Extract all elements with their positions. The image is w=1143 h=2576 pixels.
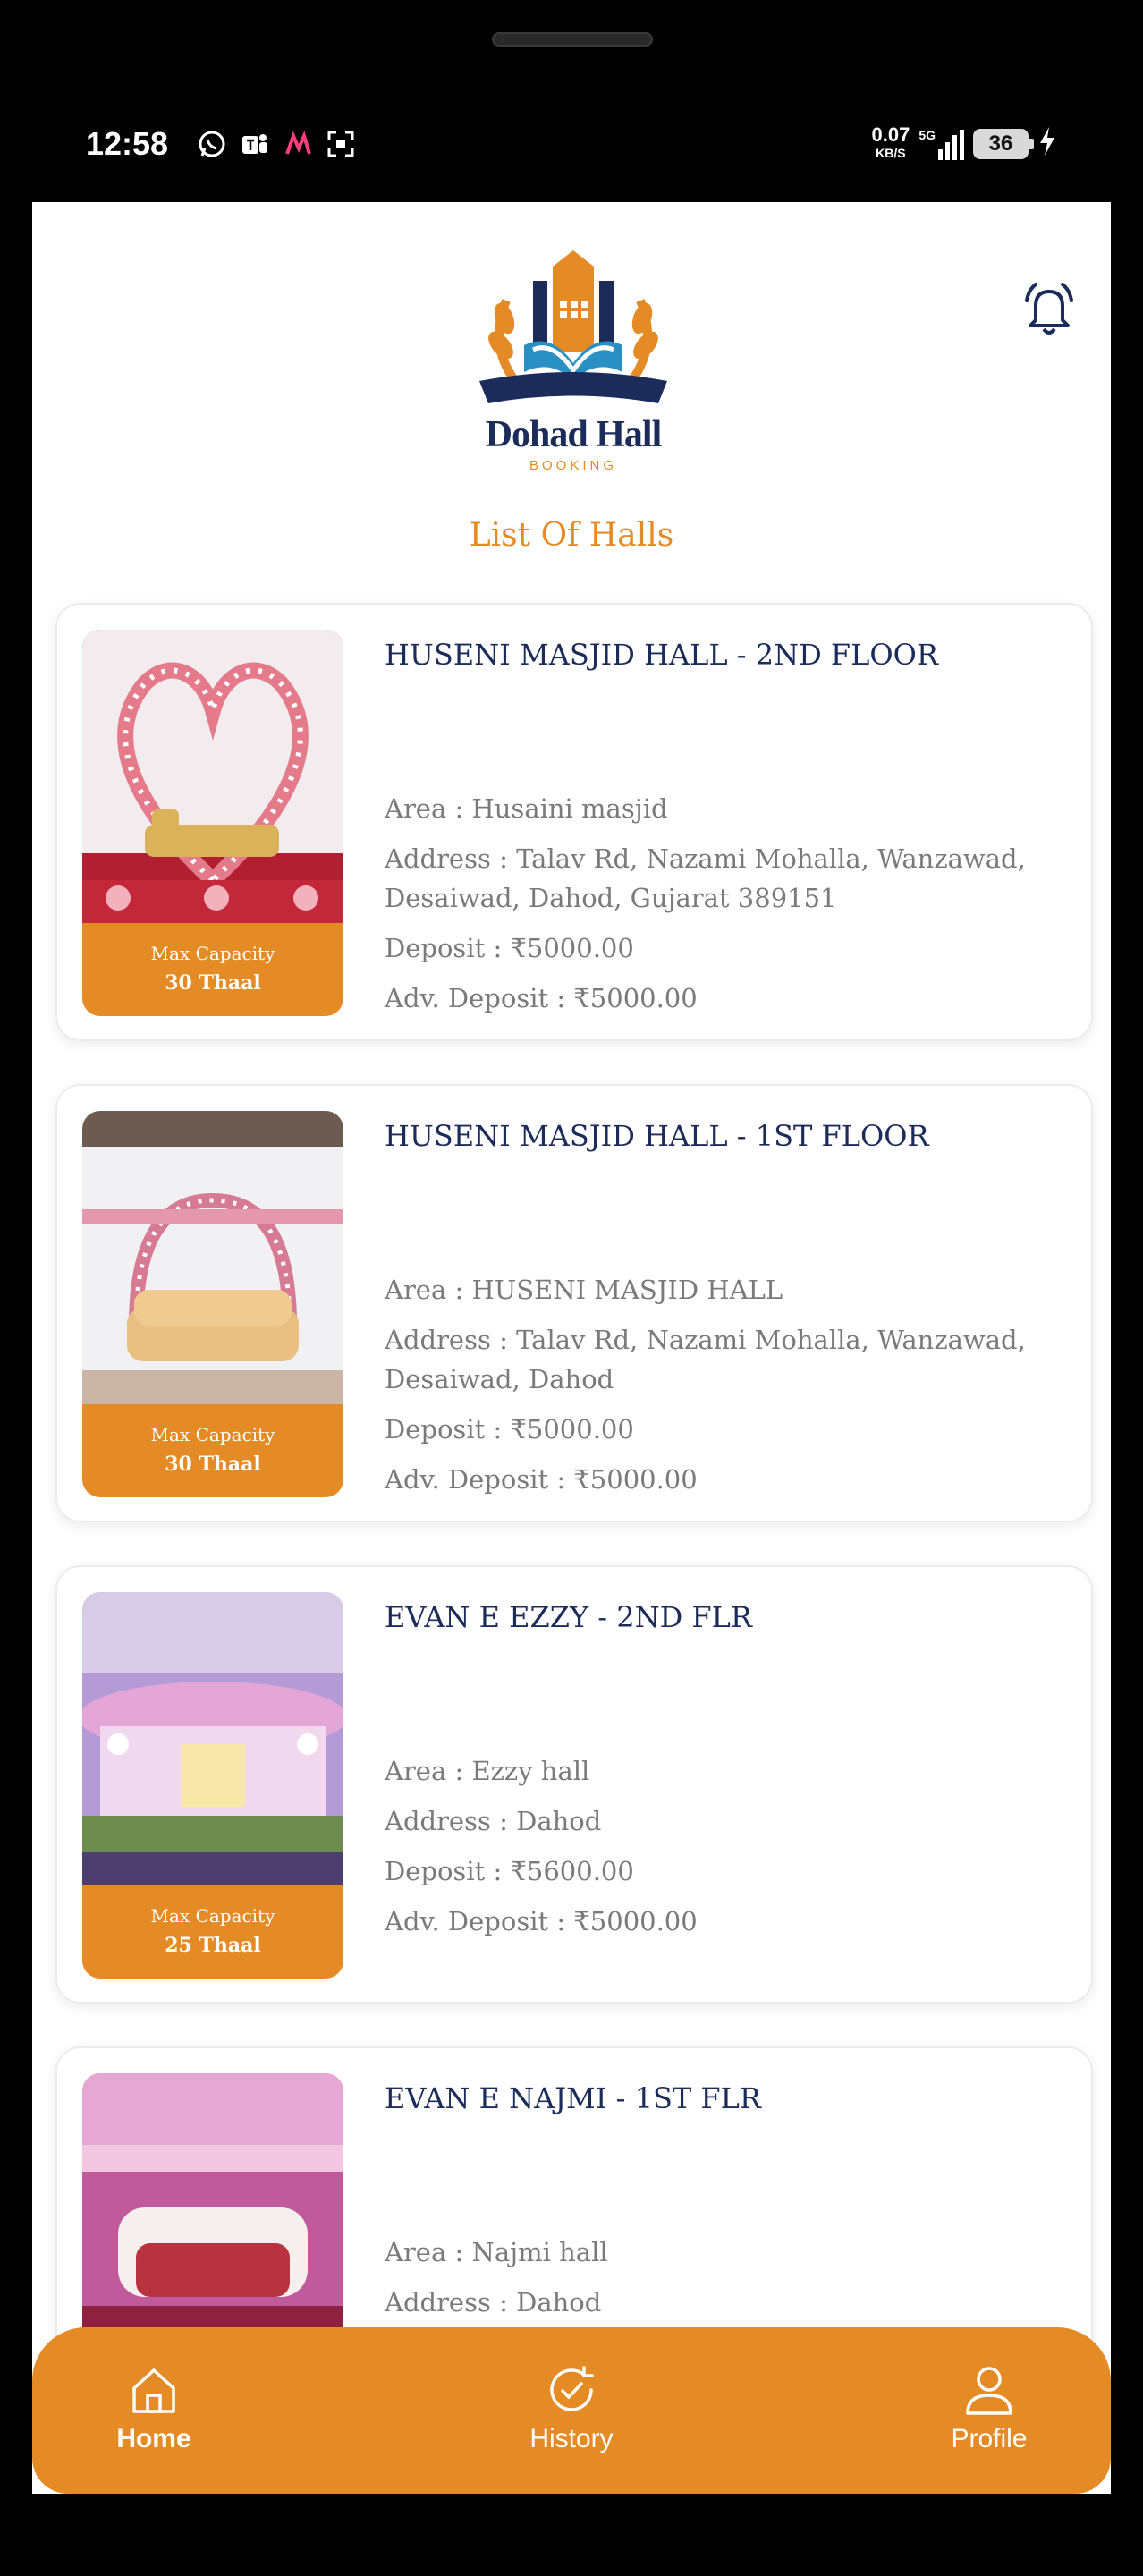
nav-profile[interactable]: Profile — [891, 2363, 1088, 2454]
hall-deposit: Deposit : ₹5000.00 — [385, 1414, 634, 1445]
charging-icon — [1037, 125, 1057, 162]
app-screen: Dohad Hall BOOKING List Of Halls Max Cap… — [32, 202, 1111, 2494]
app-m-icon — [281, 127, 315, 161]
hall-photo-image — [82, 1592, 343, 1885]
hall-area: Area : HUSENI MASJID HALL — [385, 1275, 783, 1305]
hall-address: Address : Talav Rd, Nazami Mohalla, Wanz… — [385, 843, 1026, 913]
logo-title: Dohad Hall — [485, 414, 663, 455]
battery-indicator: 36 — [973, 128, 1034, 159]
capacity-badge: Max Capacity 30 Thaal — [82, 1404, 343, 1497]
nav-history-label: History — [529, 2424, 614, 2453]
network-speed: 0.07 KB/S — [871, 123, 910, 160]
hall-photo-image — [82, 630, 343, 923]
hall-thumbnail: Max Capacity 30 Thaal — [82, 630, 343, 1016]
hall-thumbnail: Max Capacity 25 Thaal — [82, 1592, 343, 1979]
bottom-nav: Home History Profile — [32, 2327, 1111, 2494]
hall-adv-deposit: Adv. Deposit : ₹5000.00 — [385, 983, 698, 1013]
nav-home-label: Home — [116, 2424, 191, 2453]
logo-subtitle: BOOKING — [529, 458, 617, 473]
logo-emblem-icon — [479, 250, 667, 403]
hall-name: HUSENI MASJID HALL - 1ST FLOOR — [385, 1119, 929, 1153]
hall-address: Address : Dahod — [385, 2287, 602, 2318]
nav-profile-label: Profile — [951, 2424, 1028, 2453]
hall-address: Address : Dahod — [385, 1806, 602, 1836]
whatsapp-icon — [195, 127, 229, 161]
hall-adv-deposit: Adv. Deposit : ₹5000.00 — [385, 1464, 698, 1495]
hall-card[interactable]: Max Capacity 25 Thaal EVAN E EZZY - 2ND … — [55, 1565, 1093, 2004]
capacity-badge: Max Capacity 30 Thaal — [82, 923, 343, 1016]
hall-photo-image — [82, 2073, 343, 2367]
hall-adv-deposit: Adv. Deposit : ₹5000.00 — [385, 1906, 698, 1936]
hall-thumbnail: Max Capacity 30 Thaal — [82, 1111, 343, 1497]
hall-area: Area : Ezzy hall — [385, 1756, 590, 1786]
nav-home[interactable]: Home — [55, 2363, 252, 2454]
teams-icon — [238, 127, 272, 161]
scan-icon — [324, 127, 358, 161]
home-icon — [132, 2368, 175, 2413]
notification-bell-icon[interactable] — [1021, 281, 1077, 340]
nav-history[interactable]: History — [473, 2363, 670, 2454]
hall-name: EVAN E NAJMI - 1ST FLR — [385, 2081, 761, 2115]
profile-icon — [966, 2367, 1012, 2415]
capacity-badge: Max Capacity 25 Thaal — [82, 1885, 343, 1979]
hall-card[interactable]: Max Capacity 30 Thaal HUSENI MASJID HALL… — [55, 603, 1093, 1041]
hall-name: HUSENI MASJID HALL - 2ND FLOOR — [385, 638, 938, 672]
signal-icon: 5G — [919, 128, 964, 160]
hall-name: EVAN E EZZY - 2ND FLR — [385, 1600, 752, 1634]
app-logo: Dohad Hall BOOKING — [470, 247, 676, 473]
hall-deposit: Deposit : ₹5600.00 — [385, 1856, 634, 1886]
page-title: List Of Halls — [469, 517, 674, 554]
status-bar: 12:58 0.07 KB/S 5G 36 — [0, 116, 1143, 179]
status-time: 12:58 — [86, 125, 169, 162]
history-icon — [550, 2366, 594, 2411]
hall-card[interactable]: Max Capacity 30 Thaal HUSENI MASJID HALL… — [55, 1084, 1093, 1522]
camera-notch — [492, 32, 653, 47]
hall-deposit: Deposit : ₹5000.00 — [385, 933, 634, 963]
hall-address: Address : Talav Rd, Nazami Mohalla, Wanz… — [385, 1325, 1026, 1394]
hall-photo-image — [82, 1111, 343, 1404]
hall-area: Area : Najmi hall — [385, 2237, 608, 2267]
hall-area: Area : Husaini masjid — [385, 793, 668, 824]
